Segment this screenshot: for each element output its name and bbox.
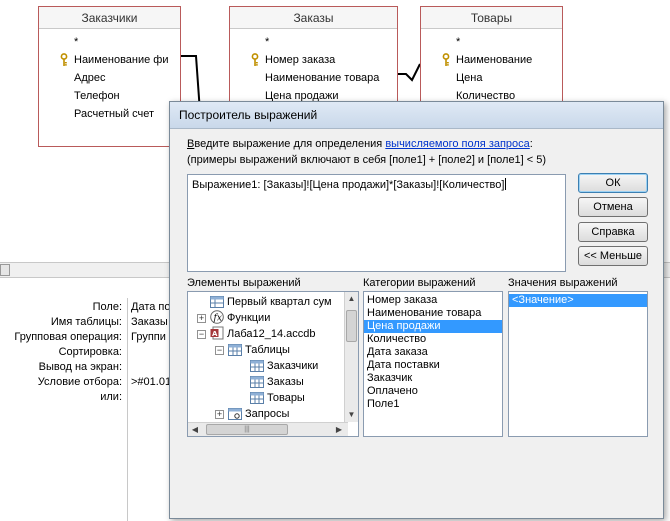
field-item-key[interactable]: Наименование фи [39,51,180,69]
table-title: Заказы [230,7,397,29]
field-item[interactable]: Телефон [39,87,180,105]
queries-icon [228,408,242,420]
table-title: Заказчики [39,7,180,29]
field-item[interactable]: Наименование товара [230,69,397,87]
grid-label-group: Групповая операция: [14,331,122,343]
category-item[interactable]: Номер заказа [364,294,502,307]
ok-button[interactable]: ОК [578,173,648,193]
expand-database[interactable]: − [197,330,206,339]
expand-functions[interactable]: + [197,314,206,323]
categories-list[interactable]: Номер заказа Наименование товара Цена пр… [363,291,503,437]
field-item[interactable]: * [230,33,397,51]
scroll-thumb[interactable] [346,310,357,342]
less-button[interactable]: << Меньше [578,246,648,266]
expression-builder-dialog: Построитель выражений Введите выражение … [169,101,664,519]
scroll-right-icon[interactable]: ▶ [332,423,346,436]
field-item-key[interactable]: Наименование [421,51,562,69]
field-item[interactable]: Цена [421,69,562,87]
grid-cell-table[interactable]: Заказы [131,315,173,330]
tree-item-table-orders[interactable]: Заказы [250,374,304,390]
expression-input[interactable]: Выражение1: [Заказы]![Цена продажи]*[Зак… [187,174,566,272]
expand-tables[interactable]: − [215,346,224,355]
category-item[interactable]: Дата заказа [364,346,502,359]
svg-text:A: A [212,330,218,338]
table-customers[interactable]: Заказчики * Наименование фи Адрес Телефо… [38,6,181,147]
tree-vertical-scrollbar[interactable]: ▲ ▼ [344,292,358,422]
expand-queries[interactable]: + [215,410,224,419]
category-item[interactable]: Количество [364,333,502,346]
values-list[interactable]: <Значение> [508,291,648,437]
calculated-field-link[interactable]: вычисляемого поля запроса [385,138,529,150]
field-item[interactable]: Расчетный счет [39,105,180,123]
tree-item-database[interactable]: A Лаба12_14.accdb [210,326,316,342]
values-label: Значения выражений [508,277,618,289]
dialog-title: Построитель выражений [170,102,663,129]
category-item[interactable]: Заказчик [364,372,502,385]
scroll-left-icon[interactable]: ◀ [188,423,202,436]
table-orders[interactable]: Заказы * Номер заказа Наименование товар… [229,6,398,103]
table-icon [250,376,264,388]
svg-text:fx: fx [213,314,222,324]
grid-label-or: или: [100,391,122,403]
scroll-left-button[interactable] [0,264,10,276]
tree-item-first-quarter[interactable]: Первый квартал сум [210,294,332,310]
elements-label: Элементы выражений [187,277,301,289]
category-item[interactable]: Дата поставки [364,359,502,372]
key-icon [442,53,450,66]
grid-label-criteria: Условие отбора: [37,376,122,388]
table-goods[interactable]: Товары * Наименование Цена Количество [420,6,563,103]
table-icon [250,360,264,372]
function-icon: fx [210,310,224,324]
field-item-key[interactable]: Номер заказа [230,51,397,69]
grid-label-sort: Сортировка: [58,346,122,358]
grid-label-show: Вывод на экран: [38,361,122,373]
key-icon [60,53,68,66]
tables-icon [228,344,242,356]
field-item[interactable]: Адрес [39,69,180,87]
tree-item-functions[interactable]: fx Функции [210,310,270,326]
grid-cell-field[interactable]: Дата по [131,300,173,315]
field-item[interactable]: * [421,33,562,51]
key-icon [251,53,259,66]
tree-item-tables[interactable]: Таблицы [228,342,290,358]
category-item[interactable]: Поле1 [364,398,502,411]
grid-label-table: Имя таблицы: [50,316,122,328]
category-item[interactable]: Оплачено [364,385,502,398]
instruction-text: Введите выражение для определения вычисл… [187,138,533,150]
tree-item-table-customers[interactable]: Заказчики [250,358,318,374]
help-button[interactable]: Справка [578,222,648,242]
elements-tree[interactable]: Первый квартал сум + fx Функции − A Лаба12… [187,291,359,437]
category-item[interactable]: Наименование товара [364,307,502,320]
cancel-button[interactable]: Отмена [578,197,648,217]
category-item-selected[interactable]: Цена продажи [364,320,502,333]
query-icon [210,296,224,308]
grid-cell-group[interactable]: Группи [131,330,173,345]
scroll-up-icon[interactable]: ▲ [345,292,358,306]
grid-label-field: Поле: [92,301,122,313]
value-item-selected[interactable]: <Значение> [509,294,647,307]
tree-item-queries[interactable]: Запросы [228,406,289,422]
tree-horizontal-scrollbar[interactable]: ◀ ||| ▶ [188,422,348,436]
field-item[interactable]: * [39,33,180,51]
text-caret [505,178,507,190]
grid-cell-criteria[interactable]: >#01.01 [131,375,173,390]
example-text: (примеры выражений включают в себя [поле… [187,154,547,166]
table-icon [250,392,264,404]
categories-label: Категории выражений [363,277,476,289]
table-title: Товары [421,7,562,29]
tree-item-table-goods[interactable]: Товары [250,390,305,406]
scroll-thumb[interactable]: ||| [206,424,288,435]
scroll-down-icon[interactable]: ▼ [345,408,358,422]
access-db-icon: A [210,326,224,340]
